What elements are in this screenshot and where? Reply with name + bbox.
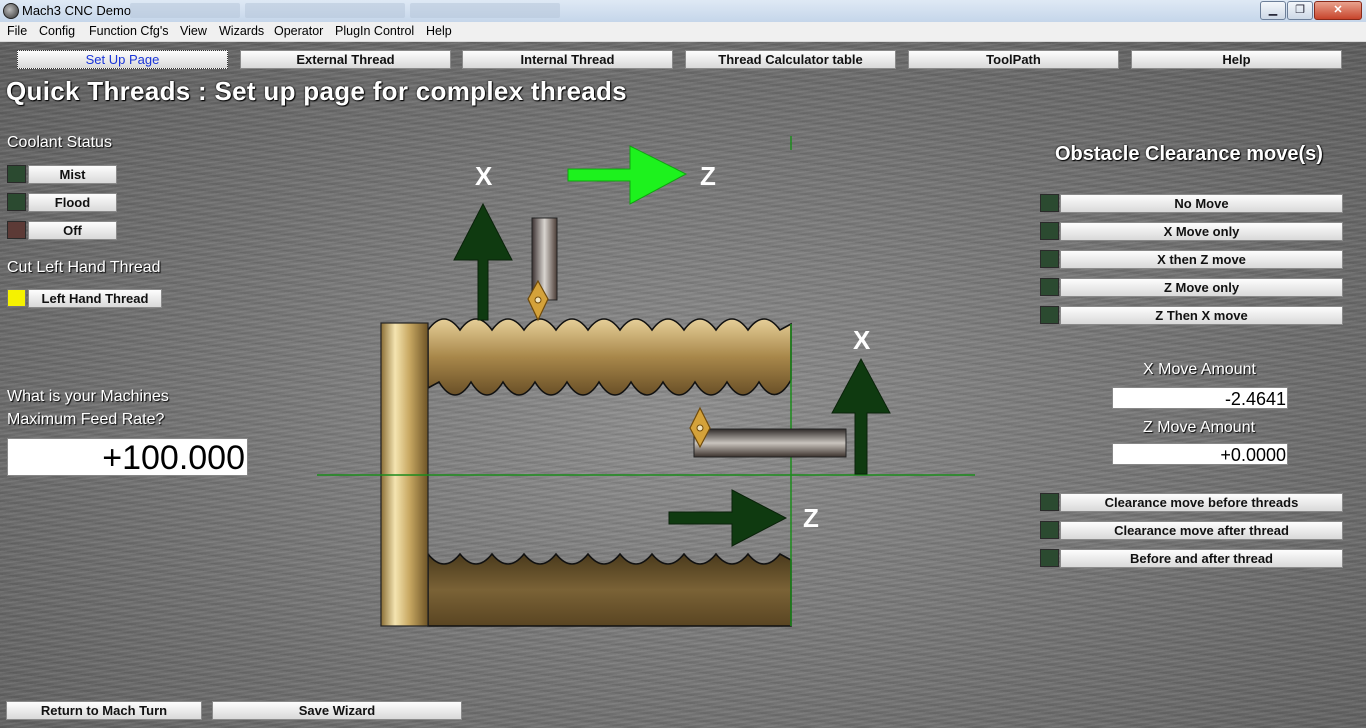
menu-help[interactable]: Help xyxy=(426,24,452,38)
window-title: Mach3 CNC Demo xyxy=(22,3,132,18)
menu-bar: File Config Function Cfg's View Wizards … xyxy=(0,22,1366,42)
wizard-panel: Set Up Page External Thread Internal Thr… xyxy=(0,42,1366,728)
z-arrow-lower xyxy=(668,489,788,547)
upper-thread xyxy=(427,318,792,396)
menu-function-cfgs[interactable]: Function Cfg's xyxy=(89,24,169,38)
x-label-lower: X xyxy=(853,325,871,355)
z-label-lower: Z xyxy=(803,503,819,533)
menu-wizards[interactable]: Wizards xyxy=(219,24,264,38)
z-arrow-upper xyxy=(567,145,688,205)
lower-thread xyxy=(427,551,792,627)
taskbar-ghost xyxy=(245,3,405,18)
minimize-button[interactable]: ▁ xyxy=(1260,1,1286,20)
z-label-upper: Z xyxy=(700,161,716,191)
close-button[interactable]: ✕ xyxy=(1314,1,1362,20)
menu-operator[interactable]: Operator xyxy=(274,24,323,38)
thread-diagram: X Z X Z xyxy=(317,136,975,627)
menu-view[interactable]: View xyxy=(180,24,207,38)
menu-config[interactable]: Config xyxy=(39,24,75,38)
taskbar-ghost xyxy=(410,3,560,18)
x-label-upper: X xyxy=(475,161,493,191)
app-icon xyxy=(3,3,19,19)
menu-file[interactable]: File xyxy=(7,24,27,38)
lower-tool-holder xyxy=(693,428,847,458)
title-bar: Mach3 CNC Demo ▁ ❐ ✕ xyxy=(0,0,1366,23)
taskbar-ghost xyxy=(130,3,240,18)
maximize-button[interactable]: ❐ xyxy=(1287,1,1313,20)
menu-plugin-control[interactable]: PlugIn Control xyxy=(335,24,414,38)
x-arrow-upper xyxy=(453,202,513,321)
